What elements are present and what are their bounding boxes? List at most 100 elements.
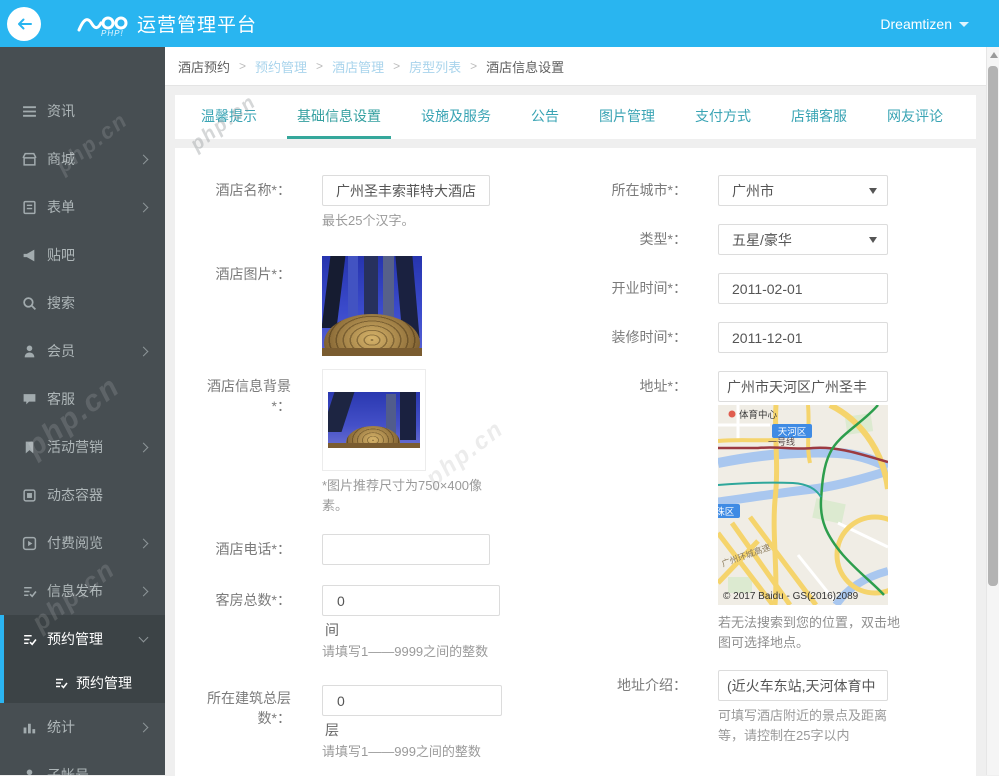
breadcrumb-separator: >: [470, 59, 478, 73]
sidebar-item-label: 预约管理: [47, 631, 103, 647]
sidebar-item-subaccount[interactable]: 子帐号: [0, 751, 165, 775]
app-logo: PHP! 运营管理平台: [77, 10, 257, 38]
container-icon: [22, 488, 37, 503]
open-date-input[interactable]: [718, 273, 888, 304]
floors-unit: 层: [325, 722, 339, 738]
rooms-label: 客房总数*：: [215, 592, 291, 608]
sidebar-item-news[interactable]: 资讯: [0, 87, 165, 135]
rooms-input[interactable]: [322, 585, 500, 616]
sidebar-item-stats[interactable]: 统计: [0, 703, 165, 751]
hotel-bg-base: [328, 443, 420, 448]
hotel-bg-thumbnail[interactable]: [322, 369, 426, 471]
chevron-right-icon: [138, 722, 149, 732]
hotel-image-label: 酒店图片*：: [215, 266, 291, 282]
rooms-unit: 间: [325, 622, 339, 638]
back-arrow-icon: [17, 18, 32, 29]
phone-input[interactable]: [322, 534, 490, 565]
tab-payment[interactable]: 支付方式: [685, 95, 761, 139]
back-button[interactable]: [7, 6, 41, 41]
sidebar-item-forum[interactable]: 贴吧: [0, 231, 165, 279]
type-value: 五星/豪华: [732, 231, 792, 248]
vertical-scrollbar[interactable]: [986, 47, 999, 775]
floors-input[interactable]: [322, 685, 502, 716]
sidebar-item-label: 客服: [47, 391, 75, 407]
megaphone-icon: [22, 248, 37, 263]
user-menu[interactable]: Dreamtizen: [880, 16, 969, 32]
select-caret-icon: [869, 187, 877, 194]
publish-icon: [22, 584, 37, 599]
type-select[interactable]: 五星/豪华: [718, 224, 888, 255]
booking-icon: [54, 676, 68, 690]
address-intro-input[interactable]: [718, 670, 888, 701]
breadcrumb-item[interactable]: 预约管理: [255, 57, 307, 76]
city-value: 广州市: [732, 182, 774, 199]
scrollbar-thumb[interactable]: [988, 66, 998, 586]
tab-image-management[interactable]: 图片管理: [589, 95, 665, 139]
sidebar-item-label: 子帐号: [47, 767, 89, 775]
type-label: 类型*：: [639, 231, 687, 247]
tab-warm-tips[interactable]: 温馨提示: [191, 95, 267, 139]
stats-icon: [22, 720, 37, 735]
sidebar-item-publishing[interactable]: 信息发布: [0, 567, 165, 615]
map-metro-label: 一号线: [768, 436, 795, 447]
tab-facilities[interactable]: 设施及服务: [411, 95, 501, 139]
search-icon: [22, 296, 37, 311]
hotel-bg-photo: [328, 392, 420, 448]
address-label: 地址*：: [639, 378, 687, 394]
chevron-right-icon: [138, 586, 149, 596]
sidebar-item-marketing[interactable]: 活动营销: [0, 423, 165, 471]
sidebar-active-group: 预约管理 预约管理: [0, 615, 165, 703]
city-label: 所在城市*：: [611, 182, 687, 198]
sidebar-item-container[interactable]: 动态容器: [0, 471, 165, 519]
city-select[interactable]: 广州市: [718, 175, 888, 206]
form-icon: [22, 200, 37, 215]
tab-basic-info[interactable]: 基础信息设置: [287, 95, 391, 139]
paid-icon: [22, 536, 37, 551]
sidebar-item-search[interactable]: 搜索: [0, 279, 165, 327]
sidebar-item-members[interactable]: 会员: [0, 327, 165, 375]
sidebar-item-support[interactable]: 客服: [0, 375, 165, 423]
sidebar-item-forms[interactable]: 表单: [0, 183, 165, 231]
select-caret-icon: [869, 236, 877, 243]
sidebar-item-label: 会员: [47, 343, 75, 359]
breadcrumb-item[interactable]: 房型列表: [409, 57, 461, 76]
hotel-image-thumbnail[interactable]: [322, 256, 422, 356]
address-input[interactable]: [718, 371, 888, 402]
sidebar-subitem-label: 预约管理: [76, 675, 132, 691]
chevron-down-icon: [959, 22, 969, 27]
sidebar-item-label: 活动营销: [47, 439, 103, 455]
map-canvas: 体育中心 天河区 一号线 海珠区 广州环城高速 © 2017 Baidu - G…: [718, 405, 888, 605]
sidebar-item-label: 商城: [47, 151, 75, 167]
hotel-name-input[interactable]: [322, 175, 490, 206]
tab-announcement[interactable]: 公告: [521, 95, 569, 139]
sidebar-subitem-booking[interactable]: 预约管理: [4, 663, 165, 703]
tab-store-service[interactable]: 店铺客服: [781, 95, 857, 139]
chevron-right-icon: [138, 538, 149, 548]
hotel-photo-base: [322, 348, 422, 356]
sidebar-item-label: 统计: [47, 719, 75, 735]
sidebar-item-booking[interactable]: 预约管理: [4, 615, 165, 663]
address-intro-label: 地址介绍：: [617, 677, 687, 693]
tab-bar: 温馨提示 基础信息设置 设施及服务 公告 图片管理 支付方式 店铺客服 网友评论: [175, 95, 976, 139]
chevron-right-icon: [138, 442, 149, 452]
sidebar-item-label: 贴吧: [47, 247, 75, 263]
tab-reviews[interactable]: 网友评论: [877, 95, 953, 139]
floors-hint: 请填写1——999之间的整数: [322, 744, 481, 759]
renovate-date-label: 装修时间*：: [611, 329, 687, 345]
hotel-bg-hint: *图片推荐尺寸为750×400像素。: [322, 478, 483, 513]
sidebar-item-label: 付费阅览: [47, 535, 103, 551]
breadcrumb-separator: >: [239, 59, 247, 73]
sidebar-item-label: 资讯: [47, 103, 75, 119]
baidu-map[interactable]: 体育中心 天河区 一号线 海珠区 广州环城高速 © 2017 Baidu - G…: [718, 405, 888, 605]
sidebar-item-label: 信息发布: [47, 583, 103, 599]
sidebar-item-mall[interactable]: 商城: [0, 135, 165, 183]
hotel-bg-tower: [400, 392, 416, 440]
subaccount-icon: [22, 768, 37, 776]
sidebar-item-paid-reading[interactable]: 付费阅览: [0, 519, 165, 567]
map-poi-label: 体育中心: [739, 409, 778, 421]
renovate-date-input[interactable]: [718, 322, 888, 353]
scrollbar-up-arrow-icon[interactable]: [990, 52, 998, 58]
breadcrumb-item[interactable]: 酒店管理: [332, 57, 384, 76]
main-content: 酒店预约 > 预约管理 > 酒店管理 > 房型列表 > 酒店信息设置 温馨提示 …: [165, 47, 986, 776]
hotel-photo-tower: [348, 256, 358, 322]
